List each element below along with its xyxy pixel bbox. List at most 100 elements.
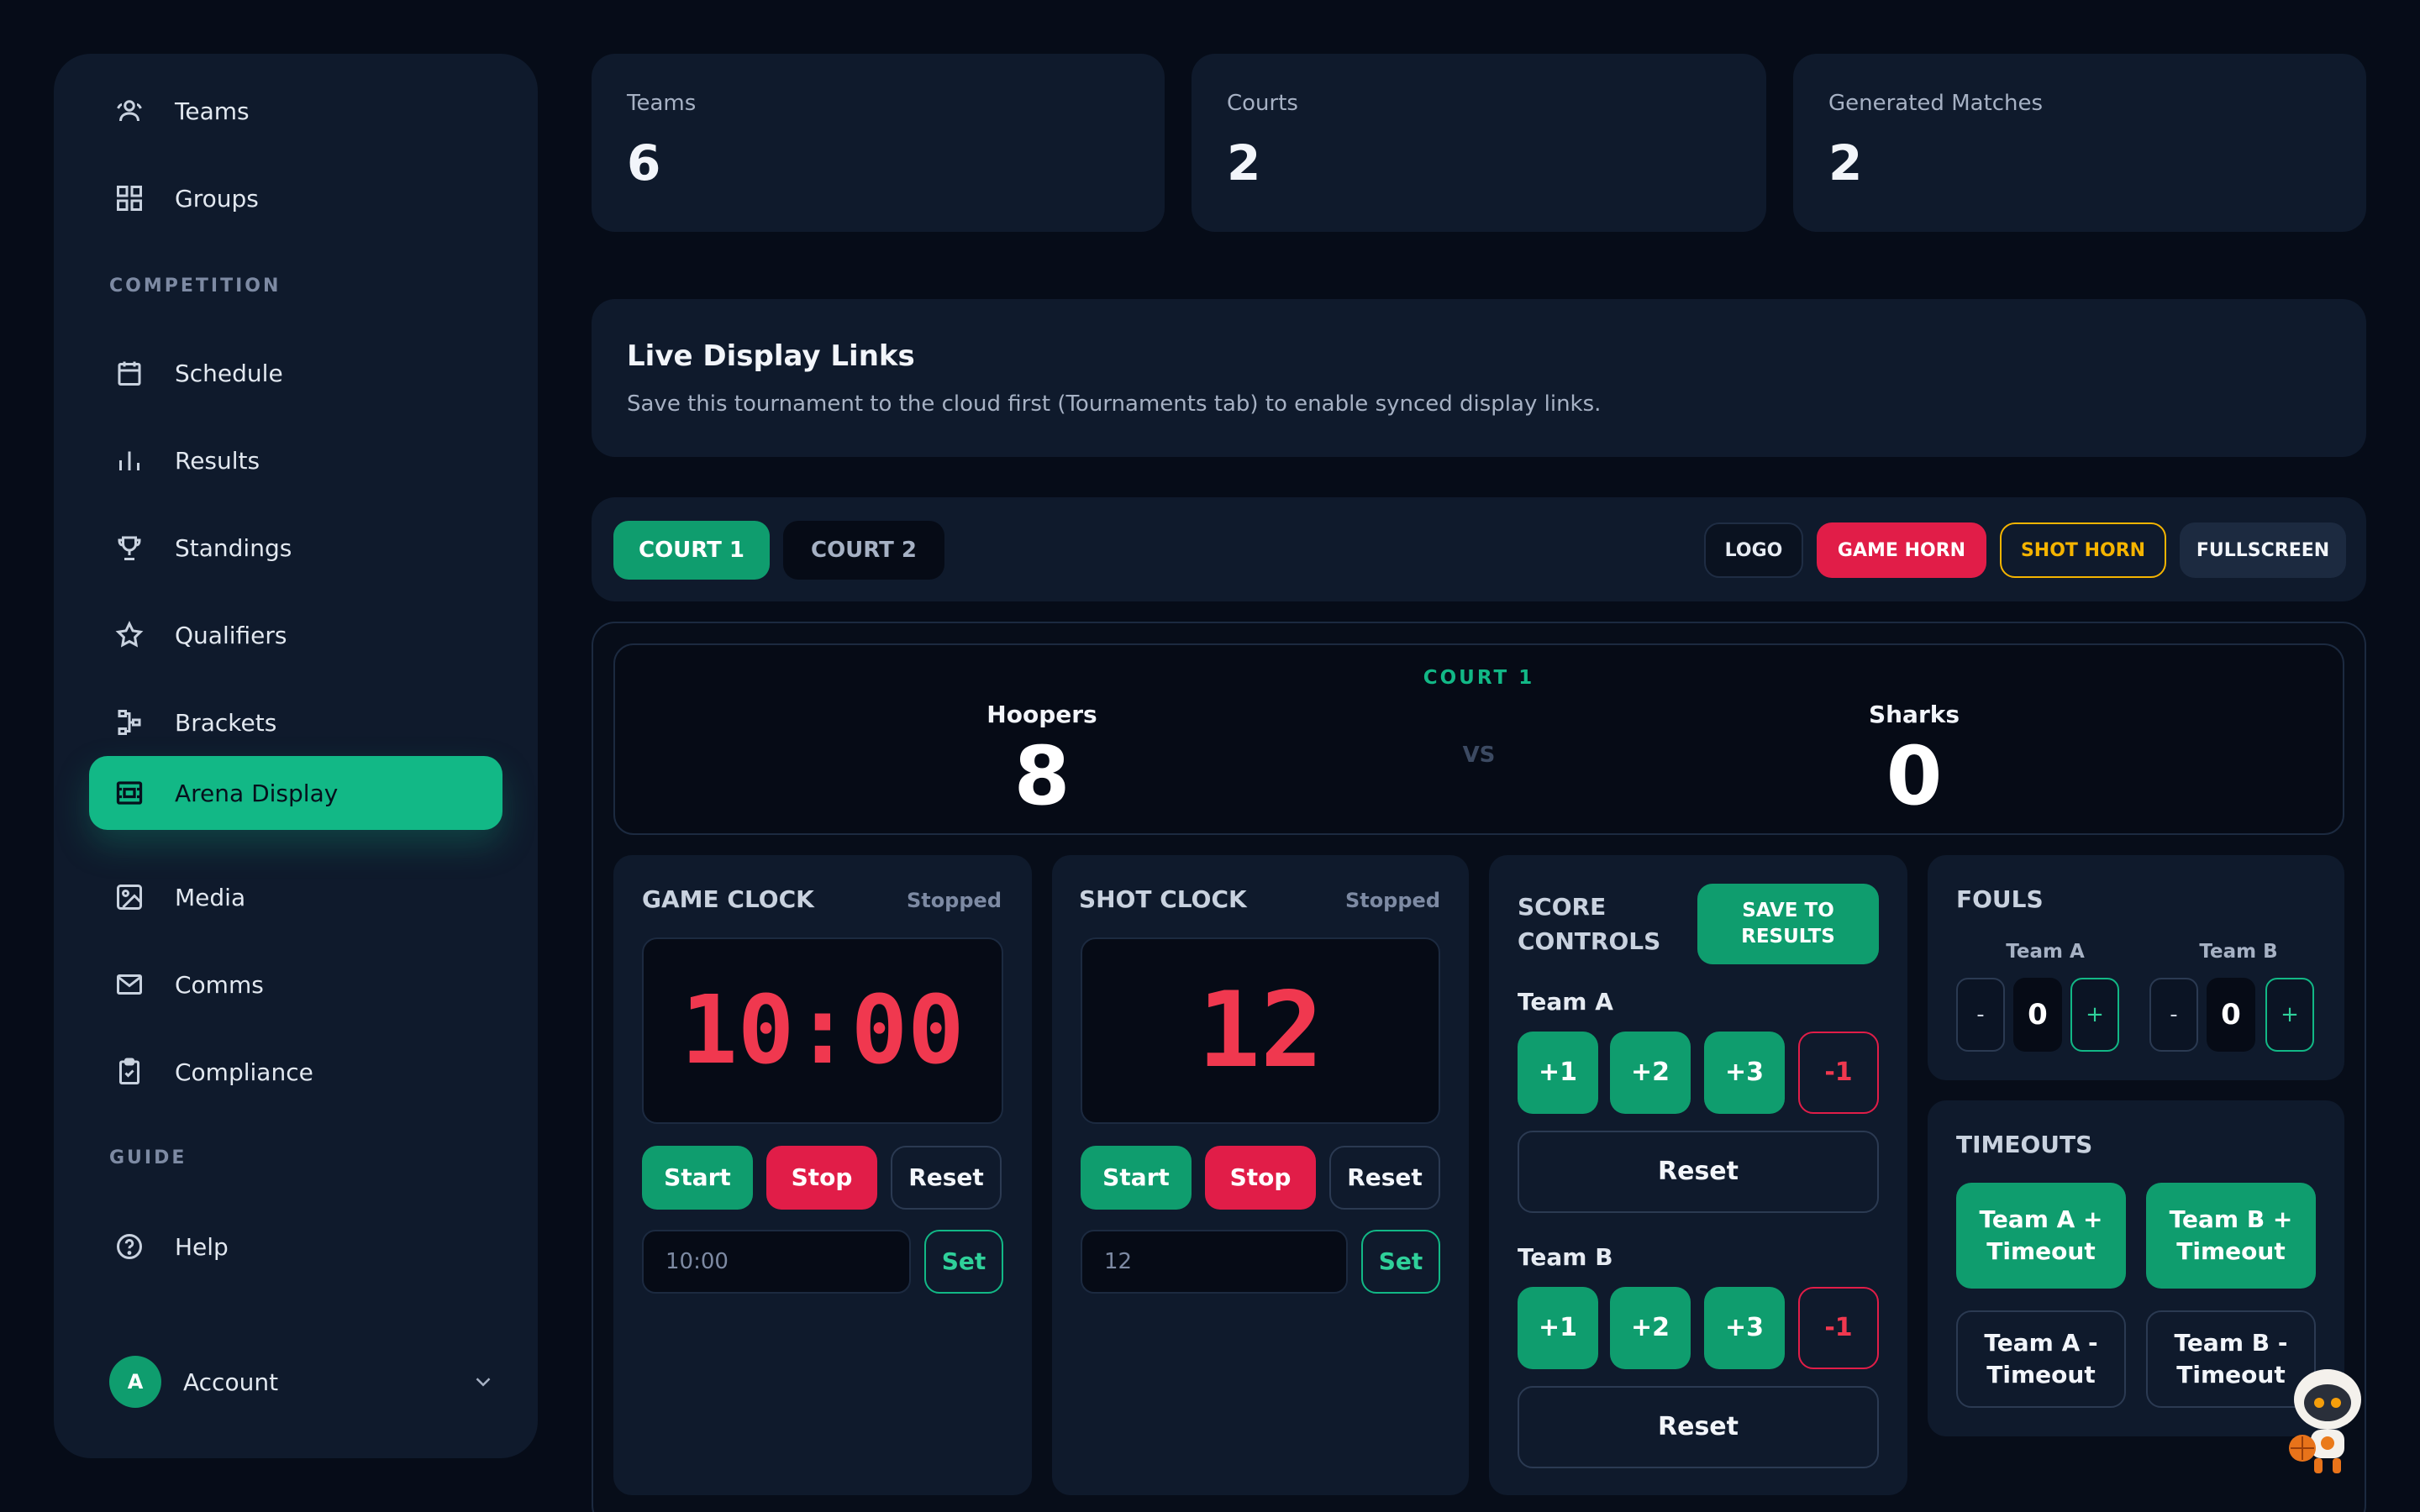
logo-button[interactable]: LOGO bbox=[1704, 522, 1803, 578]
game-clock-reset-button[interactable]: Reset bbox=[891, 1146, 1002, 1210]
fullscreen-button[interactable]: FULLSCREEN bbox=[2180, 522, 2346, 578]
chevron-down-icon bbox=[471, 1369, 496, 1394]
fouls-team-a-value: 0 bbox=[2013, 978, 2062, 1052]
game-horn-button[interactable]: GAME HORN bbox=[1817, 522, 1986, 578]
sidebar-item-schedule[interactable]: Schedule bbox=[89, 336, 502, 410]
fouls-team-a-minus-button[interactable]: - bbox=[1956, 978, 2005, 1052]
team-a-remove-timeout-button[interactable]: Team A - Timeout bbox=[1956, 1310, 2126, 1408]
game-clock-start-button[interactable]: Start bbox=[642, 1146, 753, 1210]
game-clock-display: 10:00 bbox=[642, 937, 1003, 1124]
sidebar-item-results[interactable]: Results bbox=[89, 423, 502, 497]
timeout-button-line: Team B + bbox=[2169, 1205, 2293, 1234]
fouls-team-b-plus-button[interactable]: + bbox=[2265, 978, 2314, 1052]
team-a-plus3-button[interactable]: +3 bbox=[1704, 1032, 1785, 1114]
team-b-plus2-button[interactable]: +2 bbox=[1610, 1287, 1691, 1369]
sidebar-item-groups[interactable]: Groups bbox=[89, 161, 502, 235]
sidebar-item-label: Teams bbox=[175, 97, 250, 125]
score-controls-title-line: CONTROLS bbox=[1518, 927, 1661, 955]
game-clock-title: GAME CLOCK bbox=[642, 885, 814, 913]
fouls-team-a-label: Team A bbox=[2006, 941, 2085, 963]
account-menu[interactable]: A Account bbox=[109, 1352, 496, 1411]
team-a-minus1-button[interactable]: -1 bbox=[1798, 1032, 1879, 1114]
sidebar-item-standings[interactable]: Standings bbox=[89, 511, 502, 585]
shot-clock-status: Stopped bbox=[1344, 889, 1440, 912]
sidebar-item-media[interactable]: Media bbox=[89, 860, 502, 934]
team-b-plus3-button[interactable]: +3 bbox=[1704, 1287, 1785, 1369]
fouls-team-b-minus-button[interactable]: - bbox=[2149, 978, 2198, 1052]
stat-value: 2 bbox=[1227, 134, 1261, 192]
tab-court-1[interactable]: COURT 1 bbox=[613, 521, 770, 580]
section-label-guide: GUIDE bbox=[109, 1147, 187, 1168]
shot-clock-start-button[interactable]: Start bbox=[1081, 1146, 1192, 1210]
sidebar-item-label: Media bbox=[175, 883, 246, 911]
game-clock-input[interactable]: 10:00 bbox=[642, 1230, 911, 1294]
sidebar-item-label: Brackets bbox=[175, 708, 277, 737]
help-icon bbox=[114, 1230, 165, 1263]
stat-value: 2 bbox=[1828, 134, 1863, 192]
sidebar-item-label: Help bbox=[175, 1232, 229, 1261]
sidebar-item-qualifiers[interactable]: Qualifiers bbox=[89, 598, 502, 672]
timeout-button-line: Timeout bbox=[1986, 1361, 2096, 1389]
save-to-results-button[interactable]: SAVE TO RESULTS bbox=[1697, 884, 1879, 964]
team-a-plus2-button[interactable]: +2 bbox=[1610, 1032, 1691, 1114]
sidebar-item-label: Standings bbox=[175, 533, 292, 562]
shot-clock-set-button[interactable]: Set bbox=[1361, 1230, 1440, 1294]
stat-card-courts: Courts 2 bbox=[1192, 54, 1766, 232]
sidebar-item-help[interactable]: Help bbox=[89, 1210, 502, 1284]
stat-label: Teams bbox=[627, 91, 697, 116]
sidebar-item-comms[interactable]: Comms bbox=[89, 948, 502, 1021]
shot-clock-reset-button[interactable]: Reset bbox=[1329, 1146, 1440, 1210]
score-controls-title-line: SCORE bbox=[1518, 893, 1607, 921]
team-a-add-timeout-button[interactable]: Team A + Timeout bbox=[1956, 1183, 2126, 1289]
team-a-plus1-button[interactable]: +1 bbox=[1518, 1032, 1598, 1114]
avatar: A bbox=[109, 1356, 161, 1408]
sidebar-item-label: Compliance bbox=[175, 1058, 313, 1086]
vs-label: VS bbox=[1462, 743, 1496, 768]
stat-card-generated-matches: Generated Matches 2 bbox=[1793, 54, 2366, 232]
team-a-name: Hoopers bbox=[986, 701, 1097, 728]
shot-clock-input[interactable]: 12 bbox=[1081, 1230, 1348, 1294]
calendar-icon bbox=[114, 356, 165, 390]
clipboard-check-icon bbox=[114, 1055, 165, 1089]
fouls-team-a-plus-button[interactable]: + bbox=[2070, 978, 2119, 1052]
timeout-button-line: Timeout bbox=[1986, 1237, 2096, 1265]
game-clock-set-button[interactable]: Set bbox=[924, 1230, 1003, 1294]
sidebar-item-label: Qualifiers bbox=[175, 621, 287, 649]
sidebar-item-label: Groups bbox=[175, 184, 259, 213]
shot-horn-button[interactable]: SHOT HORN bbox=[2000, 522, 2166, 578]
sidebar-item-label: Schedule bbox=[175, 359, 283, 387]
fouls-team-b-label: Team B bbox=[2199, 941, 2278, 963]
fouls-title: FOULS bbox=[1956, 885, 2044, 913]
shot-clock-stop-button[interactable]: Stop bbox=[1205, 1146, 1316, 1210]
team-a-score: 8 bbox=[1013, 729, 1071, 823]
star-icon bbox=[114, 618, 165, 652]
team-b-label: Team B bbox=[1518, 1243, 1613, 1271]
team-b-reset-button[interactable]: Reset bbox=[1518, 1386, 1879, 1468]
team-b-minus1-button[interactable]: -1 bbox=[1798, 1287, 1879, 1369]
game-clock-stop-button[interactable]: Stop bbox=[766, 1146, 877, 1210]
grid-icon bbox=[114, 181, 165, 215]
sidebar-item-teams[interactable]: Teams bbox=[89, 74, 502, 148]
timeout-button-line: Team A + bbox=[1979, 1205, 2103, 1234]
timeouts-title: TIMEOUTS bbox=[1956, 1131, 2093, 1158]
stat-label: Generated Matches bbox=[1828, 91, 2044, 116]
sidebar-item-brackets[interactable]: Brackets bbox=[89, 685, 502, 759]
live-links-description: Save this tournament to the cloud first … bbox=[627, 391, 1602, 417]
tab-court-2[interactable]: COURT 2 bbox=[783, 521, 944, 580]
sidebar-item-compliance[interactable]: Compliance bbox=[89, 1035, 502, 1109]
team-b-name: Sharks bbox=[1868, 701, 1960, 728]
team-b-score: 0 bbox=[1886, 729, 1943, 823]
team-a-reset-button[interactable]: Reset bbox=[1518, 1131, 1879, 1213]
game-clock-status: Stopped bbox=[906, 889, 1002, 912]
users-icon bbox=[114, 94, 165, 128]
display-icon bbox=[114, 776, 165, 810]
shot-clock-display: 12 bbox=[1081, 937, 1440, 1124]
sidebar-item-arena-display[interactable]: Arena Display bbox=[89, 756, 502, 830]
team-b-plus1-button[interactable]: +1 bbox=[1518, 1287, 1598, 1369]
bar-chart-icon bbox=[114, 444, 165, 477]
team-b-add-timeout-button[interactable]: Team B + Timeout bbox=[2146, 1183, 2316, 1289]
timeout-button-line: Team B - bbox=[2174, 1329, 2288, 1357]
save-button-line: SAVE TO bbox=[1742, 899, 1834, 921]
image-icon bbox=[114, 880, 165, 914]
assistant-robot-icon[interactable] bbox=[2282, 1361, 2370, 1478]
